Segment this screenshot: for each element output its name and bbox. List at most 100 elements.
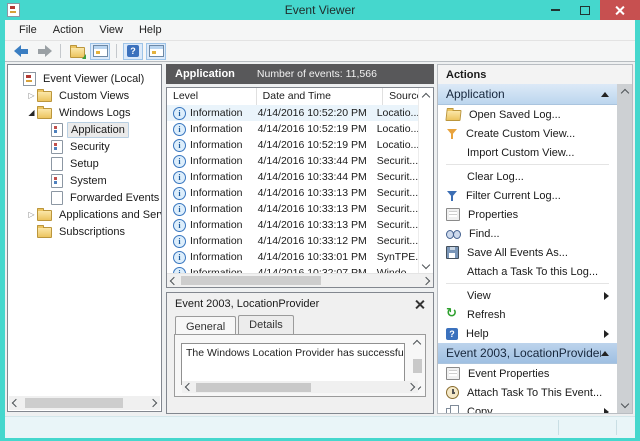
action-attach-task-to-this-event[interactable]: Attach Task To This Event... xyxy=(438,383,617,402)
collapse-icon[interactable] xyxy=(601,351,609,356)
tree-item-subscriptions[interactable]: Subscriptions xyxy=(8,223,161,240)
datetime-cell: 4/14/2016 10:33:13 PM xyxy=(252,219,371,231)
datetime-cell: 4/14/2016 10:33:44 PM xyxy=(252,155,371,167)
tree-item-applications-and-services-lo[interactable]: ▷Applications and Services Lo xyxy=(8,206,161,223)
action-filter-current-log[interactable]: Filter Current Log... xyxy=(438,186,617,205)
source-cell: Locatio... xyxy=(371,107,418,119)
none xyxy=(446,171,459,182)
tree-expander[interactable]: ◢ xyxy=(26,104,37,121)
tree-item-application[interactable]: Application xyxy=(8,121,161,138)
status-bar xyxy=(5,416,635,438)
scroll-down-icon[interactable] xyxy=(423,259,429,271)
actions-list: ApplicationOpen Saved Log...Create Custo… xyxy=(438,84,617,413)
event-count: Number of events: 11,566 xyxy=(257,68,377,80)
tree-item-forwarded-events[interactable]: Forwarded Events xyxy=(8,189,161,206)
action-open-saved-log[interactable]: Open Saved Log... xyxy=(438,105,617,124)
level-cell: Information xyxy=(167,251,252,264)
toolbar-export-log-button[interactable] xyxy=(67,43,87,60)
scroll-right-icon[interactable] xyxy=(419,274,433,288)
table-row[interactable]: Information4/14/2016 10:52:19 PMLocatio.… xyxy=(167,121,418,137)
source-cell: Securit... xyxy=(371,219,418,231)
action-import-custom-view[interactable]: Import Custom View... xyxy=(438,143,617,162)
scroll-up-icon[interactable] xyxy=(414,338,420,350)
column-header-level[interactable]: Level xyxy=(167,88,257,105)
action-help[interactable]: Help xyxy=(438,324,617,343)
tree-item-label: Windows Logs xyxy=(56,106,134,120)
tree-item-system[interactable]: System xyxy=(8,172,161,189)
table-row[interactable]: Information4/14/2016 10:33:01 PMSynTPE..… xyxy=(167,249,418,265)
tree-horizontal-scrollbar[interactable] xyxy=(9,396,160,410)
tree-expander[interactable]: ▷ xyxy=(26,206,37,223)
maximize-button[interactable] xyxy=(570,0,600,20)
scrollbar-thumb[interactable] xyxy=(196,383,311,392)
folder-icon xyxy=(37,108,52,119)
minimize-icon xyxy=(551,9,560,11)
tree-item-setup[interactable]: Setup xyxy=(8,155,161,172)
menu-help[interactable]: Help xyxy=(131,22,170,38)
scrollbar-thumb[interactable] xyxy=(413,359,422,373)
table-row[interactable]: Information4/14/2016 10:33:44 PMSecurit.… xyxy=(167,169,418,185)
table-row[interactable]: Information4/14/2016 10:52:19 PMLocatio.… xyxy=(167,137,418,153)
scroll-down-icon[interactable] xyxy=(622,398,628,410)
minimize-button[interactable] xyxy=(540,0,570,20)
actions-section-header-application[interactable]: Application xyxy=(438,84,617,105)
tree-item-event-viewer-local-[interactable]: Event Viewer (Local) xyxy=(8,70,161,87)
table-vertical-scrollbar[interactable] xyxy=(418,88,433,274)
datetime-cell: 4/14/2016 10:33:12 PM xyxy=(252,235,371,247)
information-icon xyxy=(173,203,186,216)
scroll-right-icon[interactable] xyxy=(404,380,418,394)
menu-view[interactable]: View xyxy=(91,22,131,38)
toolbar-action-pane-button[interactable] xyxy=(146,43,166,60)
table-row[interactable]: Information4/14/2016 10:33:13 PMSecurit.… xyxy=(167,185,418,201)
tab-general[interactable]: General xyxy=(175,316,236,335)
toolbar-console-window-button[interactable] xyxy=(90,43,110,60)
scrollbar-thumb[interactable] xyxy=(25,398,123,408)
action-attach-a-task-to-this-log[interactable]: Attach a Task To this Log... xyxy=(438,262,617,281)
tree-item-windows-logs[interactable]: ◢ Windows Logs xyxy=(8,104,161,121)
column-header-date-and-time[interactable]: Date and Time xyxy=(257,88,384,105)
tree-item-custom-views[interactable]: ▷Custom Views xyxy=(8,87,161,104)
scroll-up-icon[interactable] xyxy=(622,87,628,99)
table-row[interactable]: Information4/14/2016 10:33:13 PMSecurit.… xyxy=(167,217,418,233)
toolbar-help-button[interactable] xyxy=(123,43,143,60)
table-row[interactable]: Information4/14/2016 10:33:13 PMSecurit.… xyxy=(167,201,418,217)
close-button[interactable] xyxy=(600,0,640,20)
source-cell: Securit... xyxy=(371,155,418,167)
action-copy[interactable]: Copy xyxy=(438,402,617,413)
preview-close-icon[interactable] xyxy=(413,297,427,311)
toolbar-back-arrow-button[interactable] xyxy=(11,43,31,60)
source-cell: Locatio... xyxy=(371,139,418,151)
toolbar-forward-arrow-button[interactable] xyxy=(34,43,54,60)
scroll-left-icon[interactable] xyxy=(167,274,181,288)
table-row[interactable]: Information4/14/2016 10:52:20 PMLocatio.… xyxy=(167,105,418,121)
action-clear-log[interactable]: Clear Log... xyxy=(438,167,617,186)
action-find[interactable]: Find... xyxy=(438,224,617,243)
actions-section-header-event-2003-locationprovider[interactable]: Event 2003, LocationProvider xyxy=(438,343,617,364)
preview-horizontal-scrollbar[interactable] xyxy=(182,381,418,393)
tree-item-security[interactable]: Security xyxy=(8,138,161,155)
action-view[interactable]: View xyxy=(438,286,617,305)
table-horizontal-scrollbar[interactable] xyxy=(167,273,433,287)
action-event-properties[interactable]: Event Properties xyxy=(438,364,617,383)
scroll-up-icon[interactable] xyxy=(423,91,429,103)
tree-expander[interactable]: ▷ xyxy=(26,87,37,104)
actions-vertical-scrollbar[interactable] xyxy=(617,84,632,413)
source-cell: Securit... xyxy=(371,203,418,215)
action-refresh[interactable]: Refresh xyxy=(438,305,617,324)
action-save-all-events-as[interactable]: Save All Events As... xyxy=(438,243,617,262)
menu-file[interactable]: File xyxy=(11,22,45,38)
status-divider xyxy=(616,420,617,435)
scroll-left-icon[interactable] xyxy=(182,380,196,394)
tab-details[interactable]: Details xyxy=(238,315,294,334)
table-row[interactable]: Information4/14/2016 10:33:44 PMSecurit.… xyxy=(167,153,418,169)
collapse-icon[interactable] xyxy=(601,92,609,97)
table-row[interactable]: Information4/14/2016 10:33:12 PMSecurit.… xyxy=(167,233,418,249)
scroll-right-icon[interactable] xyxy=(146,396,160,410)
event-table: LevelDate and TimeSource Information4/14… xyxy=(166,87,434,288)
action-label: Import Custom View... xyxy=(467,147,617,159)
scroll-left-icon[interactable] xyxy=(9,396,23,410)
action-create-custom-view[interactable]: Create Custom View... xyxy=(438,124,617,143)
scrollbar-thumb[interactable] xyxy=(181,276,321,285)
menu-action[interactable]: Action xyxy=(45,22,92,38)
action-properties[interactable]: Properties xyxy=(438,205,617,224)
